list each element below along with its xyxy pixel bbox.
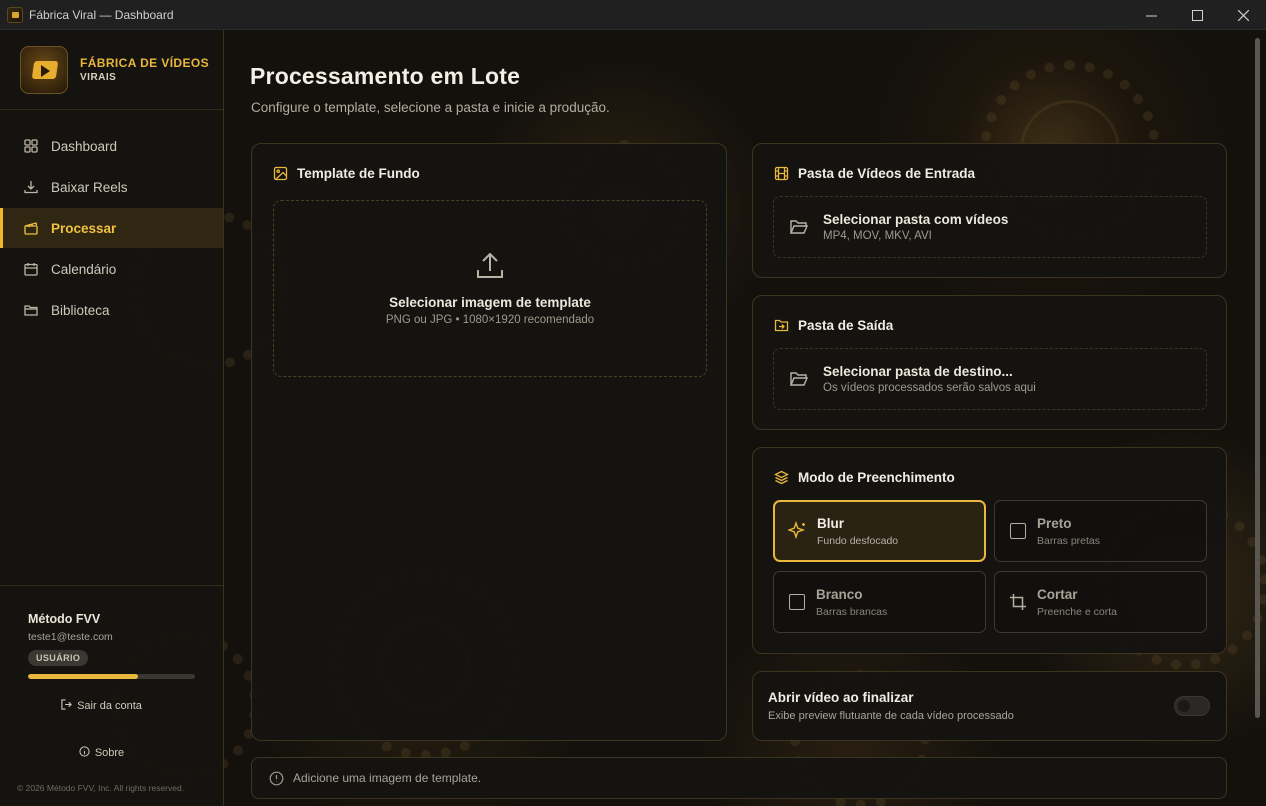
input-folder-pick-sub: MP4, MOV, MKV, AVI	[823, 230, 932, 242]
close-icon	[1237, 9, 1249, 21]
folder-open-icon	[789, 218, 809, 236]
info-icon	[269, 771, 284, 786]
fill-option-title: Preto	[1037, 515, 1072, 531]
app-icon	[7, 6, 23, 23]
input-folder-title-text: Pasta de Vídeos de Entrada	[798, 166, 976, 181]
film-icon	[774, 166, 789, 181]
status-message-bar: Adicione uma imagem de template.	[251, 757, 1227, 799]
minimize-button[interactable]	[1128, 0, 1174, 30]
input-folder-card: Pasta de Vídeos de Entrada Selecionar pa…	[752, 143, 1227, 278]
fill-option-blur[interactable]: Blur Fundo desfocado	[773, 500, 986, 562]
output-folder-title-text: Pasta de Saída	[798, 318, 894, 333]
open-video-toggle-card: Abrir vídeo ao finalizar Exibe preview f…	[752, 671, 1227, 741]
input-folder-card-title: Pasta de Vídeos de Entrada	[774, 166, 975, 181]
output-folder-card: Pasta de Saída Selecionar pasta de desti…	[752, 295, 1227, 430]
usage-progress-bar	[28, 674, 195, 679]
square-icon	[1008, 521, 1028, 541]
close-button[interactable]	[1220, 0, 1266, 30]
role-badge: USUÁRIO	[28, 650, 89, 666]
square-icon	[787, 592, 807, 612]
page-title: Processamento em Lote	[250, 63, 521, 89]
sidebar-item-processar[interactable]: Processar	[0, 208, 223, 248]
logout-label: Sair da conta	[77, 700, 142, 712]
brand-logo	[20, 45, 68, 94]
input-folder-pick-title: Selecionar pasta com vídeos	[823, 212, 1009, 227]
fill-option-preto[interactable]: Preto Barras pretas	[994, 500, 1207, 562]
fill-option-title: Cortar	[1037, 586, 1078, 602]
fill-option-sub: Preenche e corta	[1037, 605, 1117, 618]
output-folder-pick-title: Selecionar pasta de destino...	[823, 364, 1013, 379]
usage-progress-fill	[28, 674, 139, 679]
sidebar-item-dashboard[interactable]: Dashboard	[0, 126, 223, 166]
sidebar-item-label: Baixar Reels	[51, 179, 128, 195]
maximize-button[interactable]	[1174, 0, 1220, 30]
clapperboard-icon	[24, 221, 38, 235]
folder-output-icon	[774, 318, 789, 333]
template-title-text: Template de Fundo	[297, 166, 420, 181]
fill-mode-card: Modo de Preenchimento Blur Fundo desfoca…	[752, 447, 1227, 654]
brand: FÁBRICA DE VÍDEOS VIRAIS	[0, 30, 223, 110]
user-name: Método FVV	[28, 612, 101, 626]
sidebar-item-baixar-reels[interactable]: Baixar Reels	[0, 167, 223, 207]
image-icon	[273, 166, 288, 181]
crop-icon	[1008, 592, 1028, 612]
sidebar-item-calendario[interactable]: Calendário	[0, 249, 223, 289]
minimize-icon	[1145, 15, 1157, 16]
template-card-title: Template de Fundo	[273, 166, 420, 181]
fill-option-sub: Barras brancas	[816, 605, 888, 618]
copyright: © 2026 Método FVV, Inc. All rights reser…	[17, 783, 185, 793]
logout-icon	[61, 699, 72, 710]
sidebar-item-label: Dashboard	[51, 138, 118, 154]
output-folder-card-title: Pasta de Saída	[774, 318, 893, 333]
fill-option-branco[interactable]: Branco Barras brancas	[773, 571, 986, 633]
toggle-knob	[1178, 700, 1190, 712]
template-card: Template de Fundo Selecionar imagem de t…	[251, 143, 727, 741]
sidebar: FÁBRICA DE VÍDEOS VIRAIS Dashboard Baixa…	[0, 30, 224, 806]
about-label: Sobre	[94, 747, 125, 759]
fill-mode-title-text: Modo de Preenchimento	[798, 470, 955, 485]
user-email: teste1@teste.com	[28, 631, 113, 643]
main-scrollbar[interactable]	[1255, 38, 1260, 718]
download-icon	[24, 180, 38, 194]
template-dropzone[interactable]: Selecionar imagem de template PNG ou JPG…	[273, 200, 707, 377]
output-folder-pick-sub: Os vídeos processados serão salvos aqui	[823, 382, 1036, 394]
brand-sub: VIRAIS	[80, 72, 117, 83]
fill-option-title: Blur	[817, 515, 844, 531]
about-button[interactable]: Sobre	[28, 746, 195, 759]
fill-option-cortar[interactable]: Cortar Preenche e corta	[994, 571, 1207, 633]
sidebar-item-label: Calendário	[51, 261, 117, 277]
sidebar-item-label: Biblioteca	[51, 302, 110, 318]
fill-option-sub: Barras pretas	[1037, 534, 1101, 547]
maximize-icon	[1191, 9, 1203, 21]
info-icon	[79, 746, 90, 757]
brand-name: FÁBRICA DE VÍDEOS	[80, 56, 210, 70]
upload-icon	[475, 251, 505, 286]
fill-option-sub: Fundo desfocado	[817, 534, 899, 547]
page-subtitle: Configure o template, selecione a pasta …	[251, 100, 610, 115]
layers-icon	[774, 470, 789, 485]
fill-mode-card-title: Modo de Preenchimento	[774, 470, 955, 485]
grid-icon	[24, 139, 38, 153]
sidebar-item-label: Processar	[51, 220, 117, 236]
dropzone-subtitle: PNG ou JPG • 1080×1920 recomendado	[385, 314, 595, 326]
sidebar-nav: Dashboard Baixar Reels Processar Calendá…	[0, 126, 223, 330]
select-output-folder-button[interactable]: Selecionar pasta de destino... Os vídeos…	[773, 348, 1207, 410]
folder-open-icon	[789, 370, 809, 388]
window-titlebar: Fábrica Viral — Dashboard	[0, 0, 1266, 30]
status-text: Adicione uma imagem de template.	[293, 771, 482, 785]
logout-button[interactable]: Sair da conta	[28, 699, 195, 712]
dropzone-title: Selecionar imagem de template	[389, 295, 591, 310]
toggle-subtitle: Exibe preview flutuante de cada vídeo pr…	[768, 710, 1014, 722]
open-video-toggle-switch[interactable]	[1174, 696, 1210, 716]
select-input-folder-button[interactable]: Selecionar pasta com vídeos MP4, MOV, MK…	[773, 196, 1207, 258]
fill-option-title: Branco	[816, 586, 863, 602]
folder-icon	[24, 303, 38, 317]
sidebar-item-biblioteca[interactable]: Biblioteca	[0, 290, 223, 330]
window-title: Fábrica Viral — Dashboard	[29, 7, 174, 22]
sparkle-icon	[788, 521, 808, 541]
window-controls	[1128, 0, 1266, 30]
user-panel: Método FVV teste1@teste.com USUÁRIO Sair…	[0, 585, 223, 759]
toggle-title: Abrir vídeo ao finalizar	[768, 690, 914, 705]
calendar-icon	[24, 262, 38, 276]
